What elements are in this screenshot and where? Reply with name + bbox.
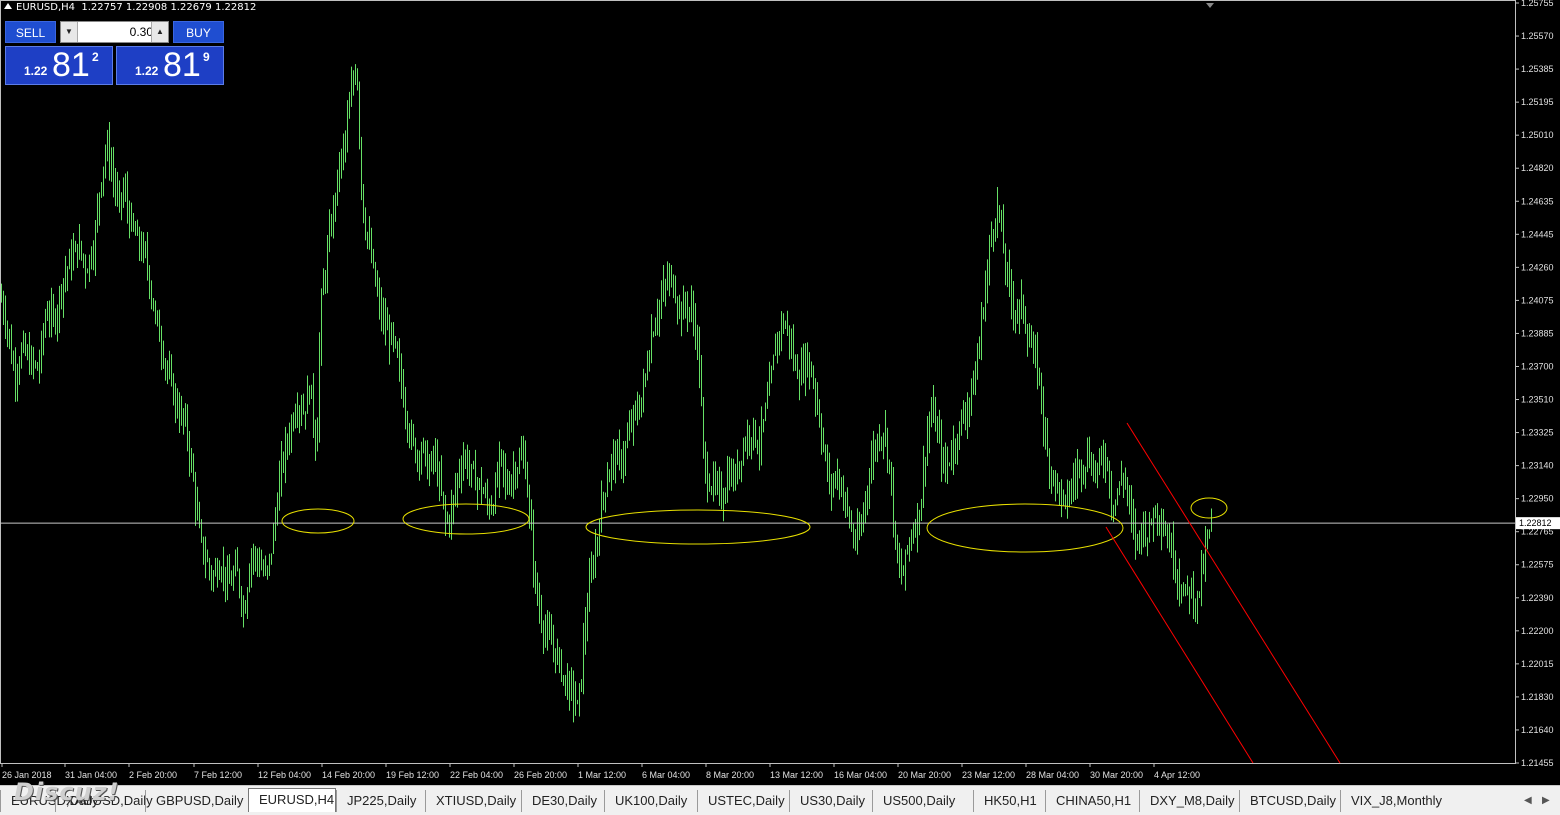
x-tick-label: 13 Mar 12:00 (770, 770, 823, 780)
channel-upper-line[interactable] (1126, 422, 1341, 764)
y-tick-label: 1.24820 (1521, 163, 1554, 173)
y-tick-label: 1.23510 (1521, 395, 1554, 405)
y-tick-label: 1.25755 (1521, 0, 1554, 8)
symbol-label: EURUSD,H4 (16, 2, 76, 13)
current-price-label: 1.22812 (1519, 518, 1552, 528)
y-tick-label: 1.21640 (1521, 725, 1554, 735)
lot-size-input[interactable] (79, 23, 155, 41)
sell-price-prefix: 1.22 (24, 64, 48, 78)
x-tick-label: 20 Mar 20:00 (898, 770, 951, 780)
y-tick-label: 1.24635 (1521, 196, 1554, 206)
sell-price-fraction: 2 (92, 50, 99, 64)
tab-vix-j8-monthly[interactable]: VIX_J8,Monthly (1340, 790, 1458, 812)
tabs-scroll-right-icon[interactable]: ▶ (1542, 795, 1550, 806)
tabs-scroll-left-icon[interactable]: ◀ (1524, 795, 1532, 806)
watermark-logo: Discuz! (14, 778, 120, 806)
collapse-triangle-icon[interactable] (4, 3, 12, 9)
x-tick-label: 7 Feb 12:00 (194, 770, 242, 780)
buy-price-prefix: 1.22 (135, 64, 159, 78)
support-ellipse[interactable] (402, 503, 530, 535)
tab-dxy-m8-daily[interactable]: DXY_M8,Daily (1139, 790, 1239, 812)
y-tick-label: 1.22390 (1521, 593, 1554, 603)
y-tick-label: 1.23140 (1521, 461, 1554, 471)
x-tick-label: 16 Mar 04:00 (834, 770, 887, 780)
y-tick-label: 1.22200 (1521, 626, 1554, 636)
y-tick-label: 1.22950 (1521, 494, 1554, 504)
y-tick-label: 1.24075 (1521, 295, 1554, 305)
plot-frame (0, 0, 1516, 764)
buy-price-quote[interactable]: 1.22 81 9 (116, 46, 224, 85)
x-tick-label: 8 Mar 20:00 (706, 770, 754, 780)
y-tick-label: 1.22015 (1521, 659, 1554, 669)
x-tick-label: 22 Feb 04:00 (450, 770, 503, 780)
y-tick-label: 1.23325 (1521, 428, 1554, 438)
price-bars (1, 64, 1212, 723)
x-tick-label: 4 Apr 12:00 (1154, 770, 1200, 780)
lot-size-stepper[interactable]: ▼ ▲ (60, 21, 169, 43)
y-tick-label: 1.25010 (1521, 130, 1554, 140)
y-tick-label: 1.25195 (1521, 97, 1554, 107)
tab-de30-daily[interactable]: DE30,Daily (521, 790, 604, 812)
one-click-trading-panel: SELL ▼ ▲ BUY 1.22 81 2 1.22 81 9 (5, 21, 224, 85)
buy-price-pips: 81 (163, 46, 201, 84)
tab-jp225-daily[interactable]: JP225,Daily (336, 790, 425, 812)
ohlc-readout: 1.22757 1.22908 1.22679 1.22812 (81, 2, 257, 13)
x-tick-label: 12 Feb 04:00 (258, 770, 311, 780)
support-ellipse[interactable] (281, 508, 355, 534)
tab-eurusd-h4[interactable]: EURUSD,H4 (248, 788, 336, 812)
y-tick-label: 1.23885 (1521, 328, 1554, 338)
tab-uk100-daily[interactable]: UK100,Daily (604, 790, 697, 812)
y-tick-label: 1.25570 (1521, 31, 1554, 41)
chart-header: EURUSD,H4 1.22757 1.22908 1.22679 1.2281… (4, 2, 256, 13)
x-tick-label: 6 Mar 04:00 (642, 770, 690, 780)
x-tick-label: 1 Mar 12:00 (578, 770, 626, 780)
sell-price-quote[interactable]: 1.22 81 2 (5, 46, 113, 85)
buy-button[interactable]: BUY (173, 21, 224, 43)
y-tick-label: 1.24260 (1521, 262, 1554, 272)
chevron-up-icon[interactable]: ▲ (151, 22, 168, 42)
y-tick-label: 1.21830 (1521, 692, 1554, 702)
x-tick-label: 30 Mar 20:00 (1090, 770, 1143, 780)
tab-china50-h1[interactable]: CHINA50,H1 (1045, 790, 1139, 812)
chart-area[interactable]: 1.25755 1.25570 1.25385 1.25195 1.25010 1.248… (0, 0, 1560, 785)
y-tick-label: 1.24445 (1521, 229, 1554, 239)
y-tick-label: 1.23700 (1521, 361, 1554, 371)
y-tick-label: 1.25385 (1521, 64, 1554, 74)
x-tick-label: 14 Feb 20:00 (322, 770, 375, 780)
tab-us30-daily[interactable]: US30,Daily (789, 790, 872, 812)
y-tick-label: 1.22575 (1521, 560, 1554, 570)
tab-gbpusd-daily[interactable]: GBPUSD,Daily (145, 790, 248, 812)
sell-price-pips: 81 (52, 46, 90, 84)
x-tick-label: 19 Feb 12:00 (386, 770, 439, 780)
chart-tabs-bar: EURUSD,Daily XAUUSD,Daily GBPUSD,Daily EURU… (0, 785, 1560, 815)
y-tick-label: 1.21455 (1521, 758, 1554, 768)
support-ellipse[interactable] (1190, 497, 1228, 519)
tab-ustec-daily[interactable]: USTEC,Daily (697, 790, 789, 812)
x-tick-label: 2 Feb 20:00 (129, 770, 177, 780)
shift-marker-icon[interactable] (1206, 3, 1214, 8)
x-tick-label: 26 Feb 20:00 (514, 770, 567, 780)
support-ellipse[interactable] (585, 509, 811, 545)
support-ellipse[interactable] (926, 503, 1124, 553)
sell-button[interactable]: SELL (5, 21, 56, 43)
buy-price-fraction: 9 (203, 50, 210, 64)
tab-hk50-h1[interactable]: HK50,H1 (973, 790, 1045, 812)
tab-us500-daily[interactable]: US500,Daily (872, 790, 973, 812)
x-tick-label: 28 Mar 04:00 (1026, 770, 1079, 780)
x-tick-label: 23 Mar 12:00 (962, 770, 1015, 780)
tab-xtiusd-daily[interactable]: XTIUSD,Daily (425, 790, 521, 812)
tab-btcusd-daily[interactable]: BTCUSD,Daily (1239, 790, 1340, 812)
chevron-down-icon[interactable]: ▼ (61, 22, 78, 42)
price-chart[interactable]: 1.25755 1.25570 1.25385 1.25195 1.25010 1.248… (0, 0, 1560, 785)
